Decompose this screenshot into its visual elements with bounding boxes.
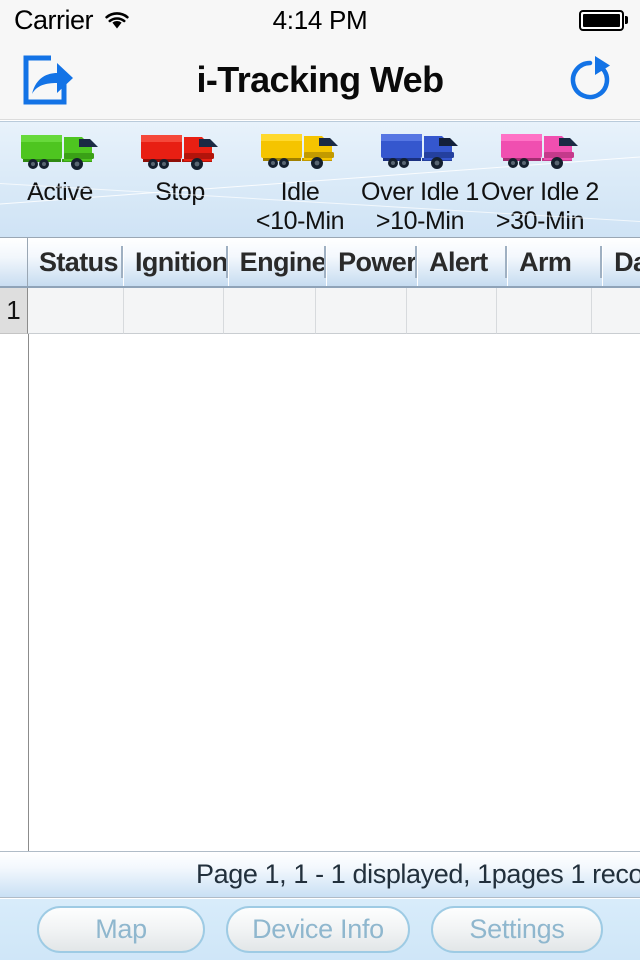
- refresh-button[interactable]: [554, 48, 626, 112]
- legend-item-stop[interactable]: Stop: [120, 122, 240, 237]
- cell-ignition[interactable]: [124, 288, 224, 334]
- table-header-row: Status Ignition Engine Power Alert Arm D…: [0, 238, 640, 288]
- battery-cap: [625, 16, 628, 24]
- column-header-date[interactable]: Date: [603, 238, 640, 286]
- legend-item-over-idle-1[interactable]: Over Idle 1 >10-Min: [360, 122, 480, 237]
- legend-sublabel-over-idle-1: >10-Min: [375, 207, 465, 235]
- settings-button[interactable]: Settings: [431, 906, 603, 953]
- truck-green-icon: [17, 122, 103, 178]
- legend-row: Active Stop Idle <10-Min Over Idle 1 >10…: [0, 122, 640, 237]
- cell-power[interactable]: [316, 288, 407, 334]
- legend-item-active[interactable]: Active: [0, 122, 120, 237]
- column-header-arm[interactable]: Arm: [508, 238, 604, 286]
- navigation-bar: i-Tracking Web: [0, 40, 640, 120]
- legend-label-active: Active: [27, 178, 93, 206]
- truck-yellow-icon: [257, 122, 343, 178]
- page-title: i-Tracking Web: [196, 58, 445, 100]
- device-info-button[interactable]: Device Info: [226, 906, 410, 953]
- legend-sublabel-over-idle-2: >30-Min: [495, 207, 585, 235]
- row-number-cell: 1: [0, 288, 28, 334]
- pagination-status-text: Page 1, 1 - 1 displayed, 1pages 1 record…: [196, 859, 640, 889]
- truck-blue-icon: [377, 122, 463, 178]
- battery-full-icon: [578, 9, 624, 31]
- clock-label: 4:14 PM: [272, 4, 368, 35]
- legend-item-over-idle-2[interactable]: Over Idle 2 >30-Min: [480, 122, 600, 237]
- cell-date[interactable]: [592, 288, 640, 334]
- device-table[interactable]: Status Ignition Engine Power Alert Arm D…: [0, 237, 640, 851]
- legend-label-stop: Stop: [155, 178, 205, 206]
- cell-engine[interactable]: [224, 288, 316, 334]
- legend-sublabel-idle: <10-Min: [255, 207, 345, 235]
- legend-label-over-idle-2: Over Idle 2 >30-Min: [481, 178, 599, 235]
- column-header-status[interactable]: Status: [28, 238, 124, 286]
- pagination-bar: Page 1, 1 - 1 displayed, 1pages 1 record…: [0, 851, 640, 898]
- refresh-icon: [570, 55, 610, 99]
- truck-red-icon: [137, 122, 223, 178]
- legend-label-idle: Idle <10-Min: [255, 178, 345, 235]
- column-header-ignition[interactable]: Ignition: [124, 238, 229, 286]
- row-number-header: [0, 238, 28, 286]
- cell-status[interactable]: [28, 288, 124, 334]
- column-header-engine[interactable]: Engine: [228, 238, 328, 286]
- cell-arm[interactable]: [497, 288, 592, 334]
- ios-status-bar: Carrier 4:14 PM: [0, 0, 640, 40]
- table-empty-area: [0, 334, 640, 851]
- bottom-toolbar: Map Device Info Settings: [0, 899, 640, 960]
- column-header-power[interactable]: Power: [327, 238, 419, 286]
- app-root: Carrier 4:14 PM i-Tracking Web Active St…: [0, 0, 640, 960]
- table-row[interactable]: 1: [0, 288, 640, 334]
- legend-label-over-idle-1: Over Idle 1 >10-Min: [361, 178, 479, 235]
- map-button[interactable]: Map: [37, 906, 205, 953]
- truck-pink-icon: [497, 122, 583, 178]
- gutter-divider: [28, 334, 29, 851]
- battery-indicator: [578, 9, 628, 31]
- cell-alert[interactable]: [407, 288, 497, 334]
- legend-item-idle[interactable]: Idle <10-Min: [240, 122, 360, 237]
- status-legend: Active Stop Idle <10-Min Over Idle 1 >10…: [0, 121, 640, 237]
- column-header-alert[interactable]: Alert: [418, 238, 509, 286]
